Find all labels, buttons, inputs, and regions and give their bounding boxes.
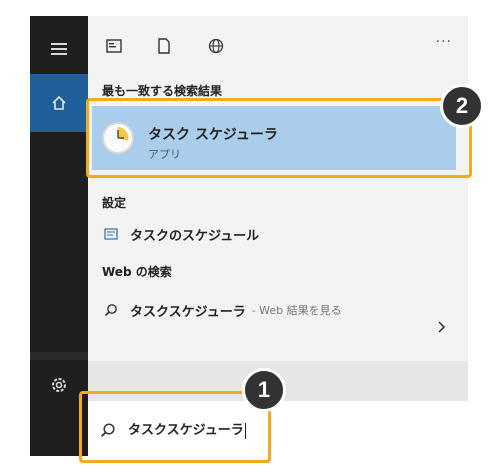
settings-heading: 設定 — [102, 196, 127, 210]
settings-task-icon — [102, 225, 120, 243]
left-rail — [30, 16, 88, 456]
home-icon — [52, 95, 66, 110]
web-globe-icon — [208, 38, 224, 54]
apps-filter-button[interactable] — [104, 36, 124, 56]
documents-filter-button[interactable] — [154, 36, 174, 56]
web-search-result[interactable]: タスクスケジューラ - Web 結果を見る — [102, 298, 342, 322]
home-button[interactable] — [30, 74, 88, 132]
search-window: ··· 最も一致する検索結果 タスク スケジューラ アプリ 設定 タスクのスケジ… — [0, 0, 493, 472]
web-result-suffix: - Web 結果を見る — [251, 304, 342, 317]
document-icon — [158, 38, 170, 54]
gear-icon — [52, 378, 66, 392]
settings-result-task-schedule[interactable]: タスクのスケジュール — [102, 222, 259, 246]
apps-icon — [106, 39, 122, 53]
best-match-heading: 最も一致する検索結果 — [102, 84, 223, 98]
more-options-button[interactable]: ··· — [436, 34, 452, 50]
web-filter-button[interactable] — [206, 36, 226, 56]
search-icon — [102, 301, 120, 319]
step-1-badge: 1 — [242, 368, 286, 412]
callout-highlight-step-2 — [86, 98, 472, 178]
callout-highlight-step-1 — [79, 391, 271, 463]
results-area: ··· 最も一致する検索結果 タスク スケジューラ アプリ 設定 タスクのスケジ… — [88, 16, 468, 361]
step-2-badge: 2 — [440, 84, 484, 128]
chevron-right-icon[interactable] — [438, 318, 446, 337]
web-search-heading: Web の検索 — [102, 265, 172, 279]
rail-separator — [30, 352, 88, 360]
hamburger-menu-button[interactable] — [30, 24, 88, 74]
hamburger-menu-icon — [51, 43, 67, 55]
web-result-label: タスクスケジューラ — [130, 304, 246, 320]
filter-toolbar: ··· — [88, 24, 468, 68]
settings-result-label: タスクのスケジュール — [130, 228, 260, 244]
